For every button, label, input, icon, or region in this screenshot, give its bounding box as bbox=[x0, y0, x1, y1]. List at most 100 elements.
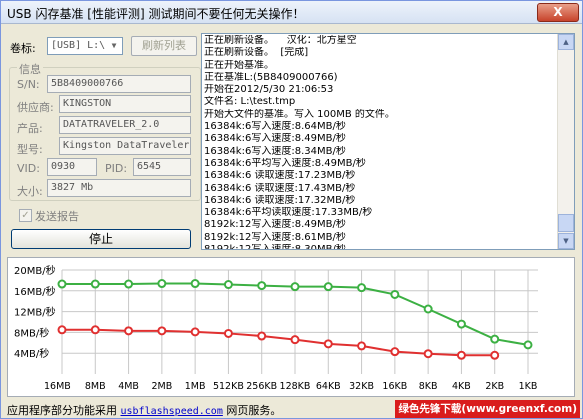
status-prefix: 应用程序部分功能采用 bbox=[7, 404, 117, 417]
x-tick-label: 4KB bbox=[452, 381, 471, 392]
x-tick-label: 16MB bbox=[44, 381, 71, 392]
read-speed-point bbox=[190, 279, 200, 289]
x-tick-label: 4MB bbox=[118, 381, 139, 392]
model-label: 型号: bbox=[17, 143, 43, 156]
write-speed-point bbox=[124, 326, 134, 336]
status-link[interactable]: usbflashspeed.com bbox=[121, 406, 223, 417]
log-line: 8192k:12写入速度:8.49MB/秒 bbox=[204, 219, 346, 231]
y-tick-label: 20MB/秒 bbox=[14, 264, 56, 277]
log-panel[interactable]: 正在刷新设备。 汉化：北方星空 正在刷新设备。 [完成] 正在开始基准。 正在基准L:… bbox=[201, 33, 575, 250]
x-tick-label: 256KB bbox=[246, 381, 277, 392]
log-line: 开始大文件的基准。写入 100MB 的文件。 bbox=[204, 108, 395, 120]
write-speed-point bbox=[157, 326, 167, 336]
chevron-down-icon[interactable]: ▼ bbox=[107, 39, 121, 53]
write-speed-point bbox=[423, 349, 433, 359]
read-speed-point bbox=[290, 282, 300, 292]
scroll-thumb[interactable] bbox=[558, 214, 574, 232]
x-tick-label: 32KB bbox=[349, 381, 374, 392]
y-tick-label: 4MB/秒 bbox=[14, 347, 49, 360]
log-line: 开始在2012/5/30 21:06:53 bbox=[204, 84, 334, 96]
refresh-list-button[interactable]: 刷新列表 bbox=[131, 36, 197, 56]
info-group-label: 信息 bbox=[17, 61, 43, 77]
log-line: 16384k:6写入速度:8.64MB/秒 bbox=[204, 121, 346, 133]
size-field: 3827 Mb bbox=[47, 179, 191, 197]
read-speed-point bbox=[456, 319, 466, 329]
read-speed-point bbox=[490, 334, 500, 344]
log-line: 16384k:6写入速度:8.34MB/秒 bbox=[204, 145, 346, 157]
log-scrollbar[interactable]: ▲ ▼ bbox=[557, 34, 574, 249]
drive-label: 卷标: bbox=[10, 42, 36, 55]
scroll-up-icon[interactable]: ▲ bbox=[558, 34, 574, 50]
read-speed-point bbox=[357, 283, 367, 293]
y-tick-label: 16MB/秒 bbox=[14, 285, 56, 298]
sn-field: 5B8409000766 bbox=[47, 75, 191, 93]
product-label: 产品: bbox=[17, 122, 43, 135]
status-text: 应用程序部分功能采用 usbflashspeed.com 网页服务。 bbox=[7, 402, 281, 418]
watermark-banner: 绿色先锋下载(www.greenxf.com) bbox=[395, 400, 580, 418]
drive-select-value: [USB] L:\ bbox=[51, 40, 106, 51]
drive-select[interactable]: [USB] L:\ ▼ bbox=[47, 37, 123, 55]
vendor-field: KINGSTON bbox=[59, 95, 191, 113]
log-line: 16384k:6写入速度:8.49MB/秒 bbox=[204, 133, 346, 145]
read-speed-point bbox=[257, 281, 267, 291]
read-speed-point bbox=[390, 289, 400, 299]
app-window: USB 闪存基准 [性能评测] 测试期间不要任何无关操作！ X 卷标: [USB… bbox=[0, 0, 583, 419]
stop-button[interactable]: 停止 bbox=[11, 229, 191, 249]
x-tick-label: 8KB bbox=[419, 381, 438, 392]
vid-label: VID: bbox=[17, 162, 40, 175]
y-tick-label: 12MB/秒 bbox=[14, 306, 56, 319]
read-speed-point bbox=[423, 304, 433, 314]
x-tick-label: 16KB bbox=[382, 381, 407, 392]
vid-field: 0930 bbox=[47, 158, 97, 176]
read-speed-point bbox=[223, 280, 233, 290]
scroll-down-icon[interactable]: ▼ bbox=[558, 233, 574, 249]
close-button[interactable]: X bbox=[537, 3, 579, 22]
log-line: 文件名: L:\test.tmp bbox=[204, 96, 296, 108]
status-suffix: 网页服务。 bbox=[226, 404, 282, 417]
log-line: 8192k:12写入速度:8.30MB/秒 bbox=[204, 244, 346, 250]
read-speed-point bbox=[57, 279, 67, 289]
write-speed-point bbox=[456, 350, 466, 360]
send-report-label: 发送报告 bbox=[35, 210, 79, 223]
product-field: DATATRAVELER_2.0 bbox=[59, 116, 191, 134]
y-tick-label: 8MB/秒 bbox=[14, 326, 49, 339]
write-speed-point bbox=[257, 331, 267, 341]
pid-field: 6545 bbox=[133, 158, 191, 176]
speed-chart: 20MB/秒 16MB/秒 12MB/秒 8MB/秒 4MB/秒 16MB 8MB 4MB 2M… bbox=[7, 257, 575, 397]
x-tick-label: 1KB bbox=[519, 381, 538, 392]
log-lines: 正在刷新设备。 汉化：北方星空 正在刷新设备。 [完成] 正在开始基准。 正在基准L:… bbox=[204, 35, 559, 250]
log-line: 正在基准L:(5B8409000766) bbox=[204, 71, 338, 83]
window-title: USB 闪存基准 [性能评测] 测试期间不要任何无关操作！ bbox=[7, 7, 305, 21]
read-speed-point bbox=[124, 279, 134, 289]
x-tick-label: 2KB bbox=[485, 381, 504, 392]
vendor-label: 供应商: bbox=[17, 101, 54, 114]
write-speed-point bbox=[357, 341, 367, 351]
speed-chart-svg: 20MB/秒 16MB/秒 12MB/秒 8MB/秒 4MB/秒 16MB 8MB 4MB 2M… bbox=[14, 264, 538, 392]
write-speed-point bbox=[190, 327, 200, 337]
read-speed-point bbox=[157, 279, 167, 289]
write-speed-point bbox=[90, 325, 100, 335]
read-speed-point bbox=[523, 340, 533, 350]
x-tick-label: 1MB bbox=[185, 381, 206, 392]
write-speed-point bbox=[290, 335, 300, 345]
write-speed-point bbox=[390, 347, 400, 357]
log-line: 16384k:6 读取速度:17.43MB/秒 bbox=[204, 182, 356, 194]
log-line: 16384k:6平均写入速度:8.49MB/秒 bbox=[204, 157, 366, 169]
log-line: 正在刷新设备。 汉化：北方星空 bbox=[204, 35, 357, 46]
write-speed-point bbox=[57, 325, 67, 335]
x-tick-label: 8MB bbox=[85, 381, 106, 392]
log-line: 8192k:12写入速度:8.61MB/秒 bbox=[204, 231, 346, 243]
log-line: 16384k:6 读取速度:17.23MB/秒 bbox=[204, 170, 356, 182]
x-tick-label: 2MB bbox=[151, 381, 172, 392]
read-speed-point bbox=[90, 279, 100, 289]
x-tick-label: 128KB bbox=[280, 381, 311, 392]
x-tick-label: 64KB bbox=[316, 381, 341, 392]
sn-label: S/N: bbox=[17, 78, 40, 91]
title-bar[interactable]: USB 闪存基准 [性能评测] 测试期间不要任何无关操作！ X bbox=[1, 1, 582, 24]
log-line: 16384k:6平均读取速度:17.33MB/秒 bbox=[204, 207, 373, 219]
write-speed-point bbox=[490, 350, 500, 360]
check-icon: ✓ bbox=[21, 210, 30, 221]
log-line: 正在开始基准。 bbox=[204, 59, 274, 71]
write-speed-point bbox=[323, 339, 333, 349]
send-report-checkbox[interactable]: ✓ bbox=[19, 209, 32, 222]
